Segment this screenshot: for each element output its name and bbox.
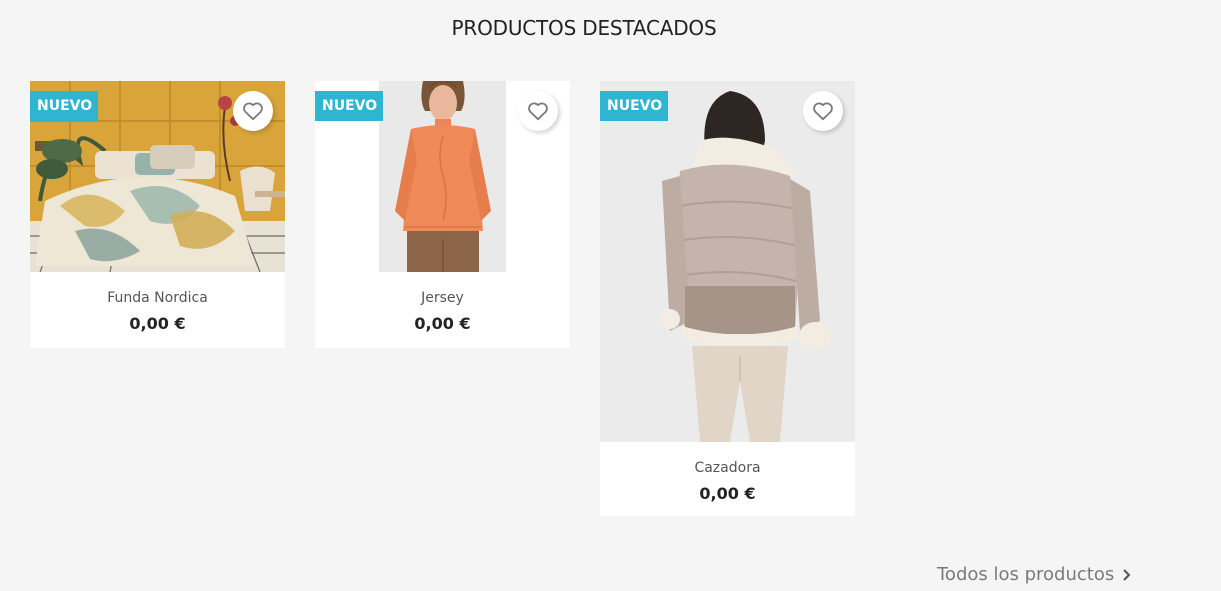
product-price: 0,00 € [414,314,471,333]
puffer-jacket-photo [600,81,855,442]
product-card[interactable]: NUEVO Cazadora 0,00 € [600,81,855,516]
heart-outline-icon [528,102,548,121]
all-products-label: Todos los productos [937,564,1115,585]
product-image[interactable]: NUEVO [600,81,855,442]
heart-outline-icon [243,102,263,121]
product-image[interactable]: NUEVO [315,81,570,272]
product-name[interactable]: Funda Nordica [30,290,285,306]
wishlist-button[interactable] [233,91,273,131]
heart-outline-icon [813,102,833,121]
chevron-right-icon [1122,568,1132,582]
product-card[interactable]: NUEVO Funda Nordica 0,00 € [30,81,285,348]
product-card[interactable]: NUEVO Jersey 0,00 € [315,81,570,348]
product-price: 0,00 € [699,484,756,503]
new-badge: NUEVO [315,91,384,121]
product-name[interactable]: Jersey [315,290,570,306]
new-badge: NUEVO [600,91,669,121]
section-title: PRODUCTOS DESTACADOS [451,16,717,40]
new-badge: NUEVO [30,91,99,121]
product-price: 0,00 € [129,314,186,333]
all-products-link[interactable]: Todos los productos [937,564,1132,585]
product-image[interactable]: NUEVO [30,81,285,272]
wishlist-button[interactable] [803,91,843,131]
wishlist-button[interactable] [518,91,558,131]
product-name[interactable]: Cazadora [600,460,855,476]
